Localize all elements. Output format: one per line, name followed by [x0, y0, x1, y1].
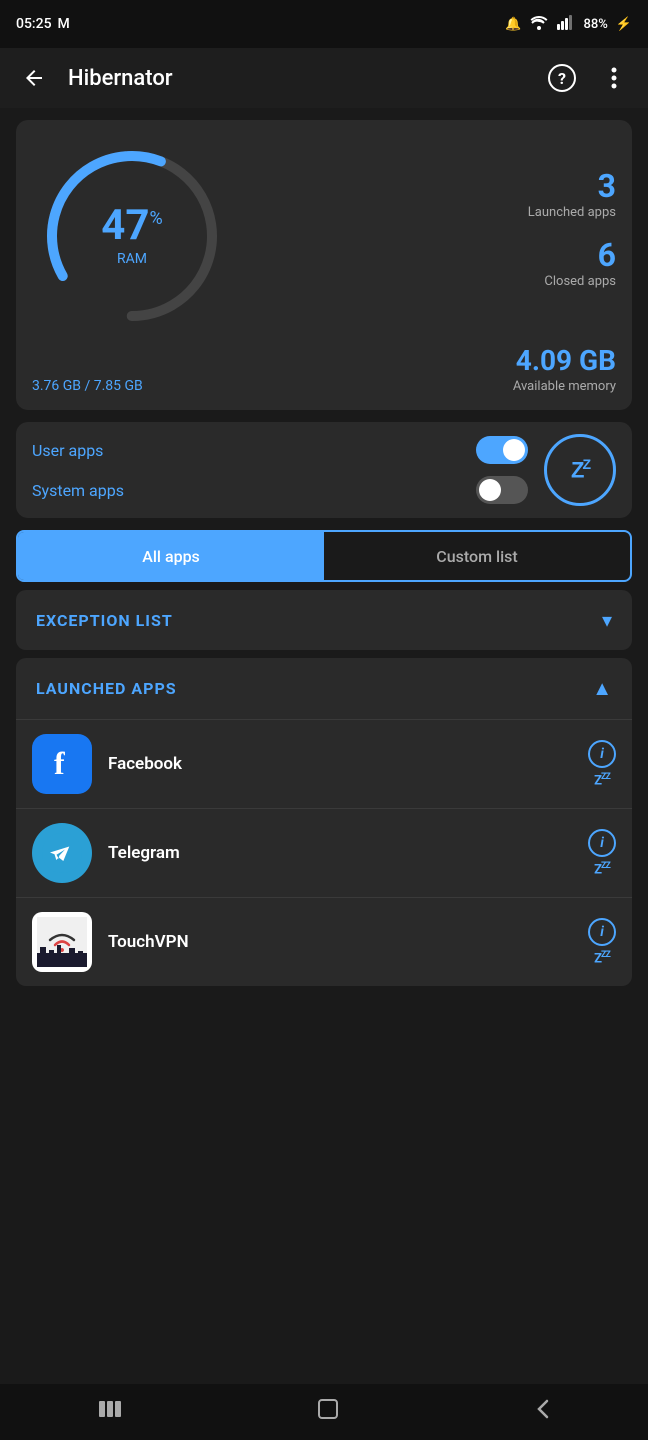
toggles-card: User apps System apps ZZ — [16, 422, 632, 518]
system-apps-toggle-row: System apps — [32, 476, 528, 504]
wifi-icon — [529, 14, 549, 34]
hibernate-button[interactable]: ZZ — [544, 434, 616, 506]
all-apps-label: All apps — [142, 547, 200, 566]
launched-apps-title: Launched apps — [36, 679, 177, 698]
ram-stats: 3 Launched apps 6 Closed apps — [248, 167, 616, 305]
exception-list-title: Exception list — [36, 611, 173, 630]
nav-bar — [0, 1384, 648, 1440]
ram-percent-suffix: % — [150, 208, 163, 229]
status-right: 🔔 88% ⚡ — [505, 14, 632, 34]
more-options-button[interactable] — [596, 60, 632, 96]
nav-back-button[interactable] — [535, 1397, 551, 1427]
user-apps-toggle[interactable] — [476, 436, 528, 464]
signal-icon — [557, 14, 575, 34]
closed-apps-stat: 6 Closed apps — [248, 236, 616, 289]
svg-text:f: f — [54, 746, 65, 781]
toggles-list: User apps System apps — [32, 436, 528, 504]
app-bar-icons: ? — [544, 60, 632, 96]
app-title: Hibernator — [68, 66, 528, 91]
closed-count: 6 — [248, 236, 616, 274]
available-gb: 4.09 GB — [513, 344, 616, 377]
launched-apps-header[interactable]: Launched apps ▲ — [16, 658, 632, 719]
app-item-facebook: f Facebook i ZZZ — [16, 719, 632, 808]
facebook-zzz: ZZZ — [594, 772, 610, 788]
ram-available-section: 4.09 GB Available memory — [513, 344, 616, 394]
facebook-name: Facebook — [108, 754, 588, 774]
launched-apps-section: Launched apps ▲ f Facebook i ZZZ Telegra… — [16, 658, 632, 986]
status-time: 05:25 — [16, 16, 52, 32]
launched-apps-chevron: ▲ — [592, 676, 612, 701]
exception-list-header[interactable]: Exception list ▾ — [16, 590, 632, 650]
all-apps-segment[interactable]: All apps — [18, 532, 324, 580]
segment-control: All apps Custom list — [16, 530, 632, 582]
touchvpn-name: TouchVPN — [108, 932, 588, 952]
custom-list-label: Custom list — [436, 547, 517, 566]
status-bar: 05:25 M 🔔 88% ⚡ — [0, 0, 648, 48]
ram-gauge: 47% RAM — [32, 136, 232, 336]
ram-label: RAM — [101, 251, 162, 267]
back-button[interactable] — [16, 60, 52, 96]
launched-count: 3 — [248, 167, 616, 205]
app-bar: Hibernator ? — [0, 48, 648, 108]
available-label: Available memory — [513, 379, 616, 394]
touchvpn-info-button[interactable]: i — [588, 918, 616, 946]
facebook-icon: f — [32, 734, 92, 794]
app-item-telegram: Telegram i ZZZ — [16, 808, 632, 897]
nav-home-button[interactable] — [316, 1397, 340, 1427]
touchvpn-icon — [32, 912, 92, 972]
facebook-actions: i ZZZ — [588, 740, 616, 788]
system-apps-toggle[interactable] — [476, 476, 528, 504]
ram-percent-value: 47 — [101, 201, 149, 250]
battery-icon: ⚡ — [616, 17, 632, 32]
app-item-touchvpn: TouchVPN i ZZZ — [16, 897, 632, 986]
status-left: 05:25 M — [16, 16, 70, 32]
telegram-actions: i ZZZ — [588, 829, 616, 877]
alarm-icon: 🔔 — [505, 17, 521, 32]
battery-percent: 88% — [583, 17, 607, 32]
telegram-name: Telegram — [108, 843, 588, 863]
ram-card: 47% RAM 3 Launched apps 6 Closed apps 3.… — [16, 120, 632, 410]
system-apps-toggle-thumb — [479, 479, 501, 501]
system-apps-label: System apps — [32, 481, 124, 500]
custom-list-segment[interactable]: Custom list — [324, 532, 630, 580]
telegram-icon — [32, 823, 92, 883]
status-carrier: M — [58, 16, 70, 32]
facebook-info-button[interactable]: i — [588, 740, 616, 768]
svg-text:?: ? — [558, 69, 566, 88]
telegram-zzz: ZZZ — [594, 861, 610, 877]
launched-label: Launched apps — [248, 205, 616, 220]
ram-used-value: 3.76 GB / 7.85 GB — [32, 378, 143, 394]
user-apps-label: User apps — [32, 441, 103, 460]
hibernate-zzz-icon: ZZ — [571, 456, 589, 483]
ram-percent-label: 47% RAM — [101, 205, 162, 267]
exception-list-chevron: ▾ — [602, 608, 612, 632]
launched-apps-stat: 3 Launched apps — [248, 167, 616, 220]
telegram-info-button[interactable]: i — [588, 829, 616, 857]
nav-recents-button[interactable] — [97, 1399, 121, 1425]
touchvpn-zzz: ZZZ — [594, 950, 610, 966]
user-apps-toggle-row: User apps — [32, 436, 528, 464]
touchvpn-actions: i ZZZ — [588, 918, 616, 966]
help-button[interactable]: ? — [544, 60, 580, 96]
closed-label: Closed apps — [248, 274, 616, 289]
user-apps-toggle-thumb — [503, 439, 525, 461]
